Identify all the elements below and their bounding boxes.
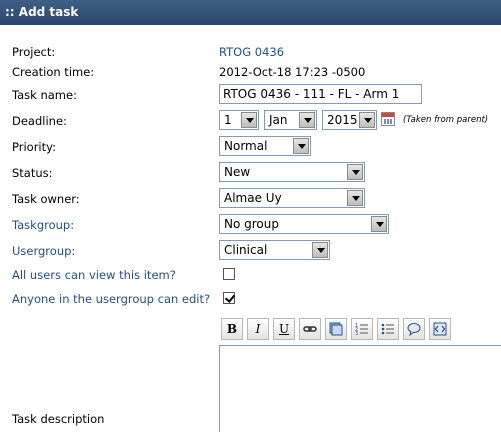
task-owner-label: Task owner: xyxy=(12,192,80,206)
deadline-month-value: Jan xyxy=(269,113,288,127)
deadline-row: Deadline: 1 Jan 2015 (Taken from parent) xyxy=(0,110,501,132)
usergroup-edit-checkbox[interactable] xyxy=(223,292,235,304)
priority-label: Priority: xyxy=(12,140,56,154)
comment-button[interactable] xyxy=(403,318,425,340)
task-description-label: Task description xyxy=(12,412,105,426)
project-row: Project: RTOG 0436 xyxy=(0,42,501,64)
priority-value: Normal xyxy=(224,139,268,153)
link-icon xyxy=(303,326,317,332)
task-name-row: Task name: xyxy=(0,84,501,106)
status-value: New xyxy=(224,165,251,179)
bold-button[interactable]: B xyxy=(221,318,243,340)
deadline-day-select[interactable]: 1 xyxy=(219,110,259,130)
deadline-year-value: 2015 xyxy=(327,113,358,127)
source-button[interactable] xyxy=(429,318,451,340)
creation-time-label: Creation time: xyxy=(12,65,95,79)
chevron-down-icon xyxy=(312,242,328,258)
deadline-month-select[interactable]: Jan xyxy=(264,110,317,130)
chevron-down-icon xyxy=(241,112,257,128)
panel-header: :: Add task xyxy=(0,0,501,25)
taskgroup-select[interactable]: No group xyxy=(219,214,389,234)
underline-button[interactable]: U xyxy=(273,318,295,340)
usergroup-label[interactable]: Usergroup: xyxy=(12,244,75,258)
creation-time-value: 2012-Oct-18 17:23 -0500 xyxy=(219,65,366,79)
usergroup-value: Clinical xyxy=(224,243,268,257)
task-owner-value: Almae Uy xyxy=(224,191,282,205)
chevron-down-icon xyxy=(299,112,315,128)
usergroup-edit-label[interactable]: Anyone in the usergroup can edit? xyxy=(12,292,210,306)
chevron-down-icon xyxy=(293,138,309,154)
unordered-list-icon xyxy=(381,323,394,335)
task-name-input[interactable] xyxy=(219,84,422,104)
deadline-day-value: 1 xyxy=(224,113,232,127)
project-link[interactable]: RTOG 0436 xyxy=(219,45,284,59)
chevron-down-icon xyxy=(347,190,363,206)
image-button[interactable] xyxy=(325,318,347,340)
usergroup-select[interactable]: Clinical xyxy=(219,240,330,260)
usergroup-edit-row: Anyone in the usergroup can edit? xyxy=(0,289,501,311)
status-select[interactable]: New xyxy=(219,162,365,182)
comment-icon xyxy=(407,323,421,336)
all-users-view-label[interactable]: All users can view this item? xyxy=(12,268,176,282)
status-row: Status: New xyxy=(0,162,501,184)
panel-title: :: Add task xyxy=(5,5,79,19)
status-label: Status: xyxy=(12,166,53,180)
svg-text:3: 3 xyxy=(355,331,358,336)
chevron-down-icon xyxy=(347,164,363,180)
source-icon xyxy=(433,322,447,336)
priority-row: Priority: Normal xyxy=(0,136,501,158)
deadline-note: (Taken from parent) xyxy=(403,115,489,125)
editor-toolbar: B I U 1 2 3 xyxy=(219,316,501,342)
italic-button[interactable]: I xyxy=(247,318,269,340)
link-button[interactable] xyxy=(299,318,321,340)
priority-select[interactable]: Normal xyxy=(219,136,311,156)
chevron-down-icon xyxy=(359,112,375,128)
unordered-list-button[interactable] xyxy=(377,318,399,340)
creation-time-row: Creation time: 2012-Oct-18 17:23 -0500 xyxy=(0,62,501,84)
project-label: Project: xyxy=(12,45,56,59)
task-owner-row: Task owner: Almae Uy xyxy=(0,188,501,210)
taskgroup-value: No group xyxy=(224,217,279,231)
calendar-icon[interactable] xyxy=(381,112,395,126)
ordered-list-button[interactable]: 1 2 3 xyxy=(351,318,373,340)
usergroup-row: Usergroup: Clinical xyxy=(0,240,501,262)
all-users-view-checkbox[interactable] xyxy=(223,268,235,280)
chevron-down-icon xyxy=(371,216,387,232)
all-users-view-row: All users can view this item? xyxy=(0,265,501,287)
task-name-label: Task name: xyxy=(12,88,77,102)
task-description-row: Task description xyxy=(0,409,501,431)
taskgroup-label[interactable]: Taskgroup: xyxy=(12,218,74,232)
image-icon xyxy=(329,322,343,336)
deadline-year-select[interactable]: 2015 xyxy=(322,110,377,130)
task-owner-select[interactable]: Almae Uy xyxy=(219,188,365,208)
ordered-list-icon: 1 2 3 xyxy=(355,323,368,336)
deadline-label: Deadline: xyxy=(12,114,67,128)
taskgroup-row: Taskgroup: No group xyxy=(0,214,501,236)
